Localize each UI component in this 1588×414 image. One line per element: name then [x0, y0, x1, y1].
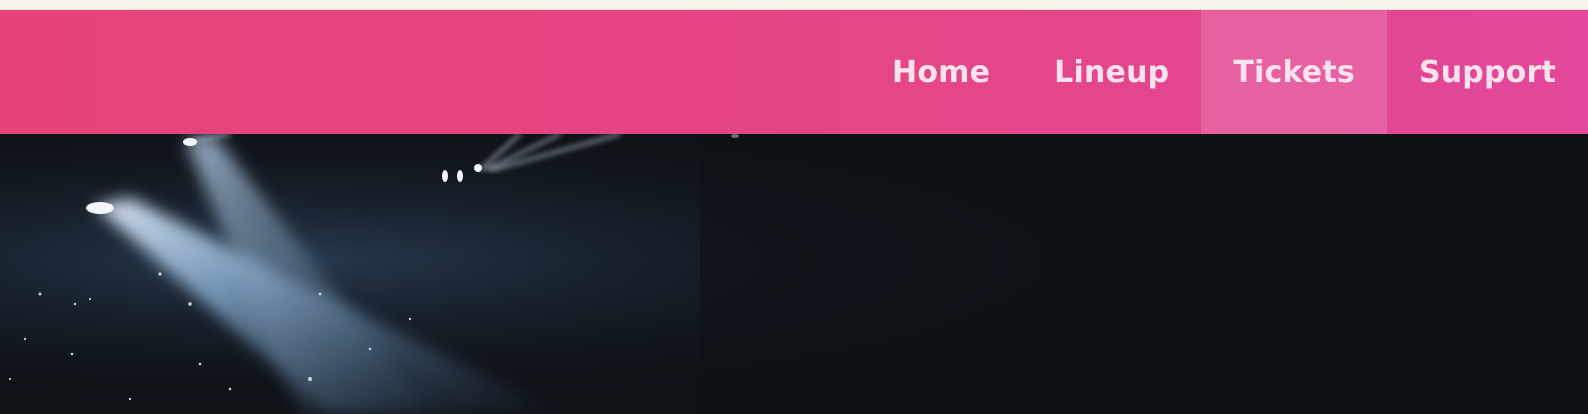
- site-header: Home Lineup Tickets Support: [0, 10, 1588, 134]
- main-nav: Home Lineup Tickets Support: [860, 10, 1588, 134]
- nav-item-support[interactable]: Support: [1387, 10, 1588, 134]
- hero-banner: [0, 134, 1588, 414]
- top-strip: [0, 0, 1588, 10]
- concert-spotlights-image: [0, 134, 1588, 414]
- shadow-overlay: [700, 134, 1588, 414]
- nav-item-lineup[interactable]: Lineup: [1022, 10, 1201, 134]
- nav-item-tickets[interactable]: Tickets: [1201, 10, 1387, 134]
- page: Home Lineup Tickets Support: [0, 0, 1588, 414]
- nav-item-home[interactable]: Home: [860, 10, 1022, 134]
